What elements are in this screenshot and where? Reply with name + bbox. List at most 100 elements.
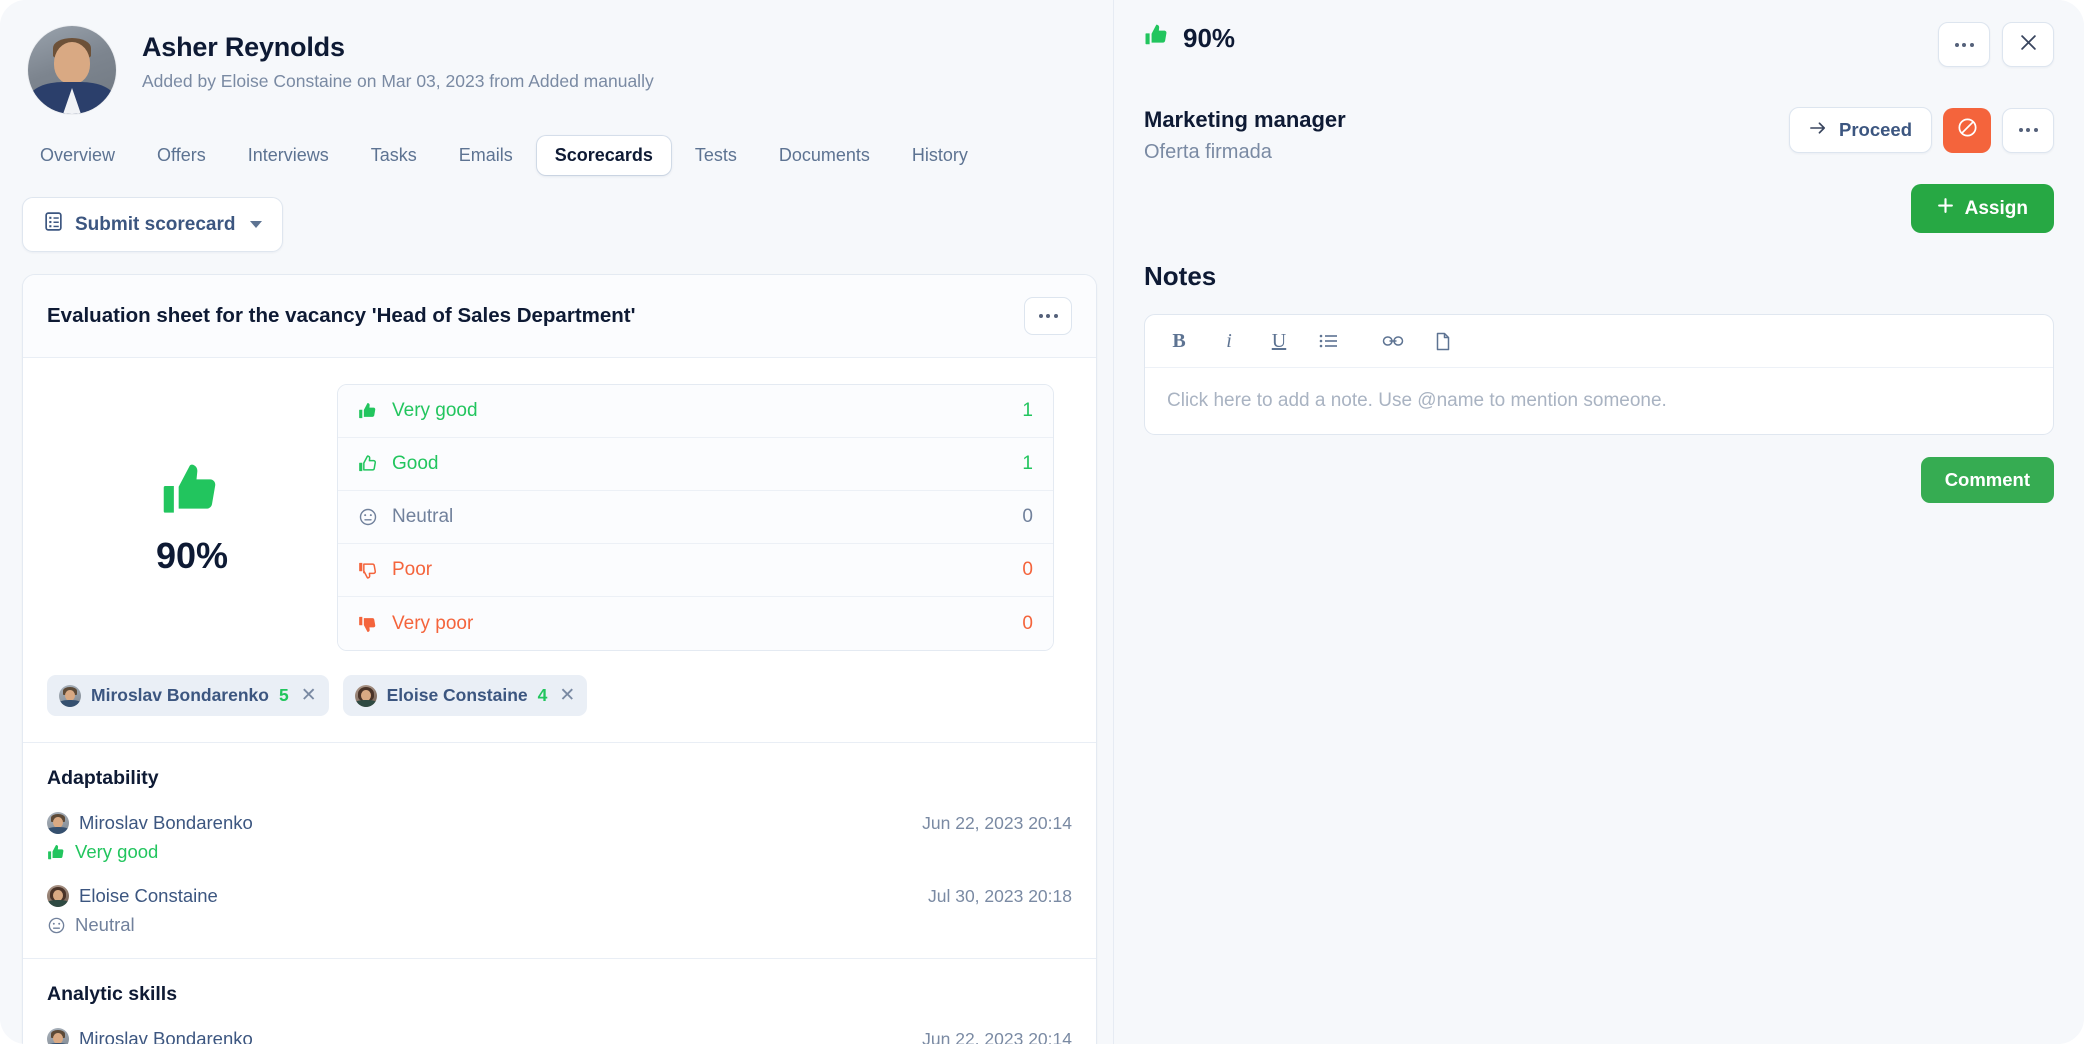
reviewer: Miroslav Bondarenko xyxy=(47,1028,253,1044)
reviewer-name: Miroslav Bondarenko xyxy=(79,812,253,833)
rating-row[interactable]: Neutral 0 xyxy=(338,491,1053,544)
reviewer: Eloise Constaine xyxy=(47,885,218,907)
evaluation-sheet-title: Evaluation sheet for the vacancy 'Head o… xyxy=(47,304,636,327)
ellipsis-icon xyxy=(2018,128,2038,132)
job-more-options-button[interactable] xyxy=(2002,107,2054,153)
ellipsis-icon xyxy=(1954,42,1974,47)
right-pane-header: 90% xyxy=(1144,22,2054,67)
tab-tasks[interactable]: Tasks xyxy=(353,136,435,175)
note-input[interactable]: Click here to add a note. Use @name to m… xyxy=(1145,368,2053,434)
candidate-profile-window: Asher Reynolds Added by Eloise Constaine… xyxy=(0,0,2084,1044)
thumbs-up-filled-icon xyxy=(358,401,378,421)
tab-history[interactable]: History xyxy=(894,136,986,175)
reviewer-name: Miroslav Bondarenko xyxy=(79,1028,253,1044)
close-icon xyxy=(2020,34,2037,56)
job-row: Marketing manager Oferta firmada Proceed xyxy=(1144,107,2054,164)
evaluation-sheet-card: Evaluation sheet for the vacancy 'Head o… xyxy=(22,274,1097,1044)
italic-icon[interactable]: i xyxy=(1217,329,1241,353)
evaluation-sheet-header: Evaluation sheet for the vacancy 'Head o… xyxy=(23,275,1096,358)
reviewer-name: Eloise Constaine xyxy=(386,685,528,705)
tab-documents[interactable]: Documents xyxy=(761,136,888,175)
rating-row[interactable]: Very poor 0 xyxy=(338,597,1053,650)
thumbs-down-filled-icon xyxy=(358,614,378,634)
comment-row: Comment xyxy=(1144,457,2054,503)
review-entry: Miroslav Bondarenko Jun 22, 2023 20:14 V… xyxy=(47,1028,1072,1044)
rating-count: 0 xyxy=(1022,559,1033,580)
tab-scorecards[interactable]: Scorecards xyxy=(536,136,671,175)
review-rating-label: Neutral xyxy=(75,914,135,935)
document-icon[interactable] xyxy=(1431,329,1455,353)
remove-reviewer-icon[interactable]: ✕ xyxy=(301,684,317,707)
rating-count: 1 xyxy=(1022,453,1033,474)
submit-scorecard-row: Submit scorecard xyxy=(0,175,1113,252)
tab-tests[interactable]: Tests xyxy=(677,136,755,175)
comment-button[interactable]: Comment xyxy=(1920,457,2054,503)
criteria-title: Adaptability xyxy=(47,767,159,789)
rating-row[interactable]: Good 1 xyxy=(338,438,1053,491)
submit-scorecard-label: Submit scorecard xyxy=(75,213,236,235)
close-button[interactable] xyxy=(2002,22,2054,67)
rating-label: Very good xyxy=(392,400,478,421)
thumbs-down-outline-icon xyxy=(358,560,378,580)
avatar xyxy=(59,684,81,707)
rating-count: 0 xyxy=(1022,506,1033,527)
thumbs-up-filled-icon xyxy=(160,464,224,526)
submit-scorecard-button[interactable]: Submit scorecard xyxy=(22,197,283,252)
link-icon[interactable] xyxy=(1381,329,1405,353)
overall-score-percent: 90% xyxy=(155,535,229,576)
rating-row[interactable]: Poor 0 xyxy=(338,544,1053,597)
bold-icon[interactable]: B xyxy=(1167,329,1191,353)
reject-button[interactable] xyxy=(1943,107,1991,153)
right-score: 90% xyxy=(1144,22,1235,55)
job-title: Marketing manager xyxy=(1144,107,1346,132)
reviewer: Miroslav Bondarenko xyxy=(47,812,253,834)
tab-emails[interactable]: Emails xyxy=(441,136,531,175)
candidate-meta: Added by Eloise Constaine on Mar 03, 202… xyxy=(142,71,654,91)
review-entry: Eloise Constaine Jul 30, 2023 20:18 Neut… xyxy=(47,885,1072,936)
right-pane: 90% Marketing manager Oferta firmada Pro… xyxy=(1113,0,2084,1044)
bullet-list-icon[interactable] xyxy=(1317,329,1341,353)
candidate-header: Asher Reynolds Added by Eloise Constaine… xyxy=(0,0,1113,114)
note-editor: B i U Click here to add a note. Use @nam… xyxy=(1144,314,2054,435)
plus-icon xyxy=(1937,197,1954,220)
more-options-button[interactable] xyxy=(1938,22,1990,67)
rating-label: Very poor xyxy=(392,612,474,634)
rating-label: Neutral xyxy=(392,506,454,527)
rating-label: Poor xyxy=(392,559,433,580)
avatar xyxy=(47,812,69,834)
assign-row: Assign xyxy=(1144,184,2054,233)
rating-count: 0 xyxy=(1022,612,1033,634)
tab-offers[interactable]: Offers xyxy=(139,136,224,175)
rating-breakdown-list: Very good 1 Good 1 Neutral 0 Poor 0 Very poor 0 xyxy=(337,384,1054,651)
assign-button[interactable]: Assign xyxy=(1910,184,2054,233)
reviewer-count: 5 xyxy=(278,685,289,705)
rating-count: 1 xyxy=(1022,400,1033,421)
overall-score: 90% xyxy=(47,458,337,577)
rating-row[interactable]: Very good 1 xyxy=(338,385,1053,438)
reviewer-name: Eloise Constaine xyxy=(79,885,218,906)
thumbs-up-filled-icon xyxy=(47,843,66,862)
job-stage: Oferta firmada xyxy=(1144,141,1272,163)
review-rating-label: Very good xyxy=(75,841,159,862)
neutral-face-icon xyxy=(47,916,66,935)
candidate-avatar xyxy=(28,26,116,114)
chevron-down-icon[interactable] xyxy=(249,221,262,228)
left-pane: Asher Reynolds Added by Eloise Constaine… xyxy=(0,0,1113,1044)
neutral-face-icon xyxy=(358,507,378,527)
remove-reviewer-icon[interactable]: ✕ xyxy=(559,684,575,707)
criteria-title: Analytic skills xyxy=(47,983,178,1005)
criteria-section: Adaptability Miroslav Bondarenko Jun 22,… xyxy=(23,742,1096,958)
avatar xyxy=(354,684,377,707)
tab-interviews[interactable]: Interviews xyxy=(230,136,347,175)
thumbs-up-outline-icon xyxy=(358,454,378,474)
reviewer-name: Miroslav Bondarenko xyxy=(91,685,269,705)
underline-icon[interactable]: U xyxy=(1267,329,1291,353)
reviewer-count: 4 xyxy=(537,685,548,705)
reviewer-chip[interactable]: Miroslav Bondarenko 5 ✕ xyxy=(47,675,329,716)
evaluation-sheet-menu-button[interactable] xyxy=(1024,297,1072,335)
reviewer-chip[interactable]: Eloise Constaine 4 ✕ xyxy=(342,675,588,716)
proceed-button[interactable]: Proceed xyxy=(1788,107,1932,153)
tab-overview[interactable]: Overview xyxy=(22,136,133,175)
avatar xyxy=(47,885,69,907)
review-date: Jun 22, 2023 20:14 xyxy=(922,1028,1072,1044)
